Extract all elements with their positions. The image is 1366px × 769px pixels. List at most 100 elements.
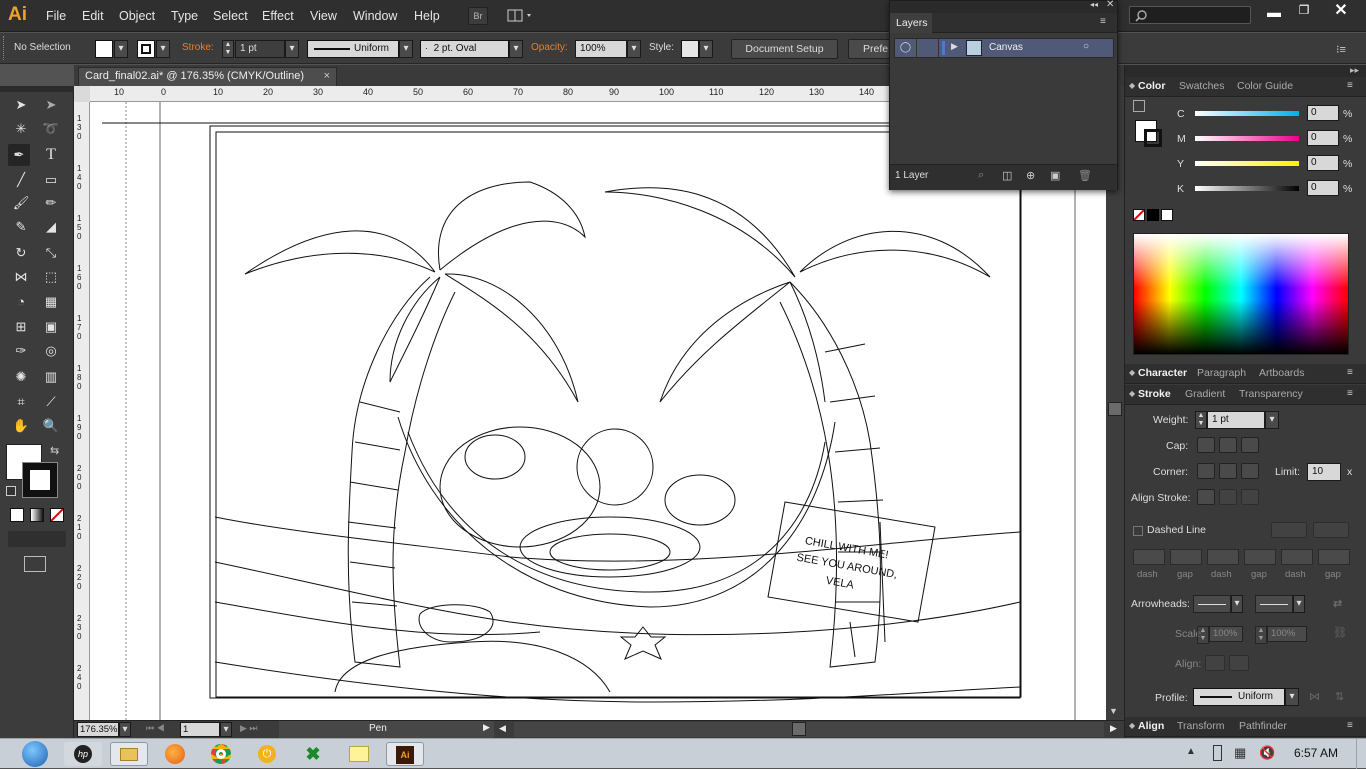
- drawing-modes-icon[interactable]: [8, 531, 66, 547]
- new-sublayer-icon[interactable]: ⊕: [1026, 169, 1035, 182]
- tab-gradient[interactable]: Gradient: [1185, 385, 1225, 404]
- tab-close-icon[interactable]: ×: [324, 68, 330, 85]
- end-arrowhead-dropdown[interactable]: ▾: [1293, 595, 1305, 613]
- butt-cap-icon[interactable]: [1197, 437, 1215, 453]
- lock-toggle[interactable]: [919, 39, 939, 57]
- start-button-icon[interactable]: [22, 741, 48, 767]
- stroke-weight-field[interactable]: 1 pt: [235, 40, 285, 58]
- none-mode-icon[interactable]: [50, 508, 64, 522]
- layers-menu-icon[interactable]: ≡: [1100, 16, 1106, 27]
- blob-brush-tool-icon[interactable]: ✎: [10, 216, 32, 238]
- color-spectrum[interactable]: [1133, 233, 1349, 355]
- type-tool-icon[interactable]: T: [40, 144, 62, 166]
- menu-view[interactable]: View: [310, 9, 337, 23]
- column-graph-tool-icon[interactable]: ▥: [40, 366, 62, 388]
- restore-icon[interactable]: ❐: [1294, 3, 1314, 17]
- next-artboard-icon[interactable]: ▶ ⏭: [240, 723, 258, 734]
- scroll-down-icon[interactable]: ▼: [1109, 706, 1118, 716]
- end-arrowhead-select[interactable]: [1255, 595, 1293, 613]
- panel-menu-icon[interactable]: ⁝≡: [1336, 43, 1346, 56]
- clipping-mask-icon[interactable]: ◫: [1002, 169, 1012, 182]
- stroke-color-box[interactable]: [22, 462, 58, 498]
- collapse-panel-icon[interactable]: ◂◂: [1090, 0, 1098, 9]
- color-stroke-box[interactable]: [1144, 129, 1162, 147]
- status-info[interactable]: Pen ▶: [279, 721, 494, 738]
- mini-fill-stroke-icon[interactable]: [1133, 100, 1145, 112]
- screen-mode-icon[interactable]: [24, 556, 46, 572]
- character-panel-menu-icon[interactable]: ≡: [1347, 367, 1353, 378]
- delete-layer-icon[interactable]: 🗑: [1078, 169, 1092, 182]
- blend-tool-icon[interactable]: ◎: [40, 340, 62, 362]
- scale-field-1[interactable]: 100%: [1209, 626, 1243, 642]
- scale-tool-icon[interactable]: ⤡: [40, 242, 62, 264]
- none-swatch[interactable]: [1133, 209, 1145, 221]
- menu-select[interactable]: Select: [213, 9, 248, 23]
- align-inside-icon[interactable]: [1219, 489, 1237, 505]
- opacity-dropdown[interactable]: ▾: [627, 40, 641, 58]
- target-icon[interactable]: ○: [1083, 41, 1089, 52]
- stroke-profile-dropdown[interactable]: ▾: [1285, 688, 1299, 706]
- brush-dropdown[interactable]: ▾: [509, 40, 523, 58]
- tab-align[interactable]: Align: [1138, 717, 1164, 736]
- place-arrow-icon[interactable]: [1229, 655, 1249, 671]
- pen-tool-icon[interactable]: ✒: [8, 144, 30, 166]
- mesh-tool-icon[interactable]: ⊞: [10, 316, 32, 338]
- gradient-tool-icon[interactable]: ▣: [40, 316, 62, 338]
- battery-icon[interactable]: [1213, 745, 1222, 761]
- illustrator-taskbar-icon[interactable]: Ai: [386, 742, 424, 766]
- black-slider[interactable]: [1195, 186, 1299, 191]
- chrome-icon[interactable]: [202, 742, 240, 766]
- scale-stepper-2[interactable]: ▲ ▼: [1255, 626, 1267, 644]
- gradient-mode-icon[interactable]: [30, 508, 44, 522]
- color-mode-icon[interactable]: [10, 508, 24, 522]
- bevel-join-icon[interactable]: [1241, 463, 1259, 479]
- magenta-slider[interactable]: [1195, 136, 1299, 141]
- arrange-documents-icon[interactable]: [507, 8, 535, 24]
- stroke-profile-select[interactable]: Uniform: [1193, 688, 1285, 706]
- layer-row-canvas[interactable]: ◯ ▶ Canvas ○: [894, 38, 1114, 58]
- fill-swatch[interactable]: [95, 40, 113, 58]
- tab-paragraph[interactable]: Paragraph: [1197, 364, 1246, 383]
- zoom-field[interactable]: 176.35%: [77, 722, 119, 737]
- tab-stroke[interactable]: Stroke: [1138, 385, 1171, 404]
- variable-width-profile[interactable]: Uniform: [307, 40, 399, 58]
- black-swatch[interactable]: [1147, 209, 1159, 221]
- tab-artboards[interactable]: Artboards: [1259, 364, 1305, 383]
- show-hidden-icons-icon[interactable]: ▲: [1186, 746, 1196, 757]
- hand-tool-icon[interactable]: ✋: [10, 415, 32, 437]
- artboard-tool-icon[interactable]: ⌗: [10, 391, 32, 413]
- stroke-label[interactable]: Stroke:: [182, 42, 214, 53]
- magic-wand-tool-icon[interactable]: ✳: [10, 118, 32, 140]
- dash-field-3[interactable]: [1281, 549, 1313, 565]
- firefox-icon[interactable]: [156, 742, 194, 766]
- miter-join-icon[interactable]: [1197, 463, 1215, 479]
- width-tool-icon[interactable]: ⋈: [10, 266, 32, 288]
- swap-fill-stroke-icon[interactable]: ⇆: [50, 444, 59, 457]
- scale-field-2[interactable]: 100%: [1267, 626, 1307, 642]
- collapse-icon[interactable]: ◆: [1129, 721, 1135, 730]
- zoom-tool-icon[interactable]: 🔍: [40, 415, 62, 437]
- grip-icon[interactable]: [3, 36, 6, 60]
- style-dropdown[interactable]: ▾: [699, 40, 713, 58]
- stroke-swatch[interactable]: [137, 40, 155, 58]
- selection-tool-icon[interactable]: ➤: [10, 94, 32, 116]
- locate-object-icon[interactable]: ⌕: [978, 169, 984, 182]
- align-outside-icon[interactable]: [1241, 489, 1259, 505]
- flip-along-icon[interactable]: ⋈: [1309, 690, 1320, 703]
- pinned-app-icon[interactable]: ✖: [294, 742, 332, 766]
- vertical-ruler[interactable]: 130 140 150 160 170 180 190 200 210 220 …: [74, 102, 90, 720]
- artboard-canvas[interactable]: CHILL WITH ME! SEE YOU AROUND, VELA: [90, 102, 1106, 720]
- menu-effect[interactable]: Effect: [262, 9, 294, 23]
- tab-character[interactable]: Character: [1138, 364, 1187, 383]
- horizontal-scrollbar[interactable]: [514, 722, 1104, 737]
- default-colors-icon[interactable]: [6, 486, 16, 496]
- gap-field-1[interactable]: [1170, 549, 1202, 565]
- tab-pathfinder[interactable]: Pathfinder: [1239, 717, 1287, 736]
- stroke-panel-menu-icon[interactable]: ≡: [1347, 388, 1353, 399]
- cyan-field[interactable]: 0: [1307, 105, 1339, 121]
- free-transform-tool-icon[interactable]: ⬚: [40, 266, 62, 288]
- collapse-icon[interactable]: ◆: [1129, 389, 1135, 398]
- tab-color[interactable]: Color: [1138, 77, 1165, 96]
- tab-transparency[interactable]: Transparency: [1239, 385, 1303, 404]
- eyedropper-tool-icon[interactable]: ✑: [10, 340, 32, 362]
